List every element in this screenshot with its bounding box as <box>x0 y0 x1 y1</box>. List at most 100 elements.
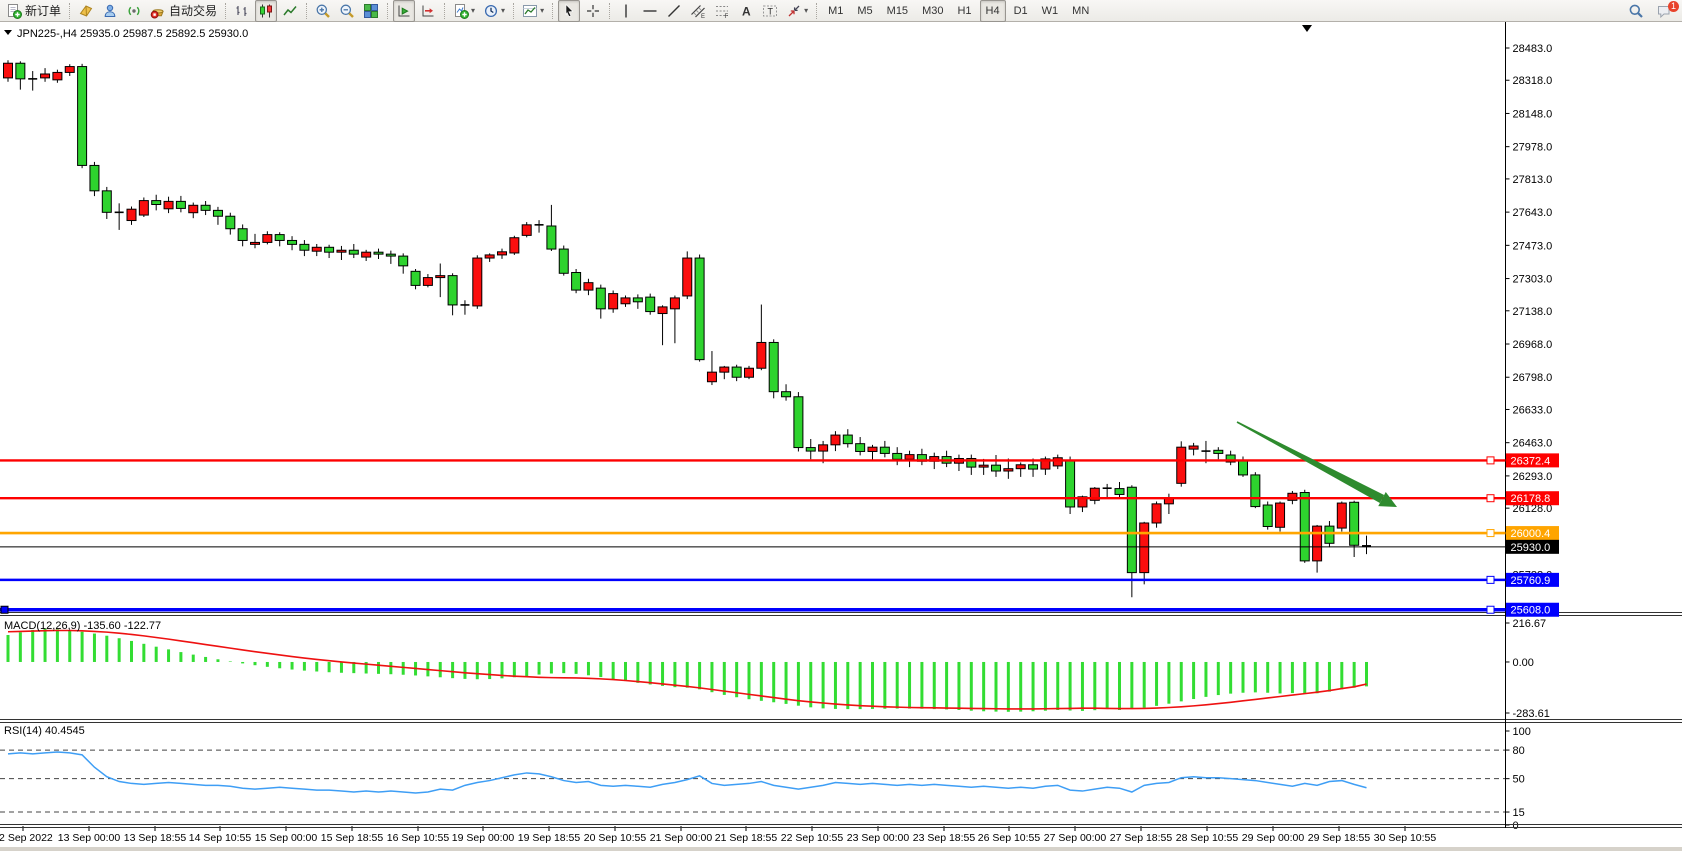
zoom-out-icon <box>339 3 355 19</box>
tf-m5-button[interactable]: M5 <box>851 0 878 22</box>
candle-body <box>670 298 679 309</box>
trendline-icon <box>666 3 682 19</box>
support-line-2-left-handle[interactable] <box>1 606 8 613</box>
vline-button[interactable] <box>615 0 637 22</box>
tf-mn-button[interactable]: MN <box>1066 0 1095 22</box>
support-line-2-handle[interactable] <box>1487 606 1494 613</box>
signals-button[interactable] <box>123 0 145 22</box>
label-button[interactable]: T <box>759 0 781 22</box>
support-line-1-handle[interactable] <box>1487 576 1494 583</box>
tf-d1-button[interactable]: D1 <box>1008 0 1034 22</box>
notifications-button[interactable]: 1 <box>1654 0 1676 22</box>
svg-text:T: T <box>768 6 774 16</box>
tf-d1-button-label: D1 <box>1011 5 1031 17</box>
text-button[interactable]: A <box>735 0 757 22</box>
resistance-line-1-axis-label: 26372.4 <box>1511 455 1551 467</box>
candle-chart-button[interactable] <box>255 0 277 22</box>
bars-icon <box>234 3 250 19</box>
rsi-tick-label: 50 <box>1513 774 1525 786</box>
resistance-line-2-handle[interactable] <box>1487 495 1494 502</box>
autotrade-button[interactable]: 自动交易 <box>147 0 220 22</box>
profile-button[interactable] <box>99 0 121 22</box>
periods-button[interactable]: ▾ <box>480 0 508 22</box>
candle-body <box>498 252 507 255</box>
candle-body <box>707 372 716 382</box>
candle-body <box>411 271 420 285</box>
rsi-tick-label: 15 <box>1513 807 1525 819</box>
chevron-down-icon: ▾ <box>501 6 505 15</box>
line-chart-button[interactable] <box>279 0 301 22</box>
toolbar-separator <box>444 3 445 19</box>
styler-button[interactable] <box>75 0 97 22</box>
time-tick-label: 21 Sep 00:00 <box>650 832 713 844</box>
tf-m1-button[interactable]: M1 <box>822 0 849 22</box>
zoom-in-button[interactable] <box>312 0 334 22</box>
resistance-line-1-handle[interactable] <box>1487 457 1494 464</box>
price-tick-label: 26968.0 <box>1513 339 1553 351</box>
hline-button[interactable] <box>639 0 661 22</box>
candle-body <box>4 63 13 78</box>
candle-body <box>226 216 235 229</box>
current-price-line-axis-label: 25930.0 <box>1511 542 1551 554</box>
toolbar-separator <box>387 3 388 19</box>
candle-body <box>53 72 62 79</box>
signal-icon <box>126 3 142 19</box>
cursor-button[interactable] <box>558 0 580 22</box>
price-tick-label: 28148.0 <box>1513 108 1553 120</box>
candle-body <box>176 201 185 208</box>
time-tick-label: 28 Sep 10:55 <box>1176 832 1239 844</box>
search-icon <box>1628 3 1644 19</box>
new-order-button[interactable]: 新订单 <box>3 0 64 22</box>
candle-body <box>1214 450 1223 453</box>
candle-body <box>139 201 148 215</box>
time-tick-label: 13 Sep 18:55 <box>124 832 187 844</box>
candle-body <box>1016 465 1025 469</box>
tile-windows-button[interactable] <box>360 0 382 22</box>
price-tick-label: 27138.0 <box>1513 306 1553 318</box>
tf-m15-button[interactable]: M15 <box>881 0 914 22</box>
arrows-button[interactable]: ▾ <box>783 0 811 22</box>
time-tick-label: 15 Sep 18:55 <box>321 832 384 844</box>
candle-body <box>349 250 358 254</box>
autotrade-icon <box>150 3 166 19</box>
template-icon <box>522 3 538 19</box>
candle-body <box>547 226 556 249</box>
time-tick-label: 30 Sep 10:55 <box>1374 832 1437 844</box>
tf-w1-button[interactable]: W1 <box>1036 0 1065 22</box>
search-button[interactable] <box>1625 0 1647 22</box>
candle-body <box>806 448 815 452</box>
pivot-line-handle[interactable] <box>1487 530 1494 537</box>
tf-h4-button[interactable]: H4 <box>980 0 1006 22</box>
candle-body <box>473 258 482 306</box>
indicators-button[interactable]: ▾ <box>450 0 478 22</box>
toolbar-separator <box>513 3 514 19</box>
tf-h1-button[interactable]: H1 <box>951 0 977 22</box>
candle-body <box>584 283 593 290</box>
candle-body <box>1313 526 1322 561</box>
tf-mn-button-label: MN <box>1069 5 1092 17</box>
autoscroll-icon <box>396 3 412 19</box>
chart-shift-button[interactable] <box>417 0 439 22</box>
indicators-icon <box>453 3 469 19</box>
channel-button[interactable]: E <box>687 0 709 22</box>
chart-canvas[interactable]: 28483.028318.028148.027978.027813.027643… <box>0 22 1682 851</box>
zoom-out-button[interactable] <box>336 0 358 22</box>
candle-body <box>559 249 568 273</box>
time-tick-label: 26 Sep 10:55 <box>978 832 1041 844</box>
candle-body <box>905 455 914 460</box>
templates-button[interactable]: ▾ <box>519 0 547 22</box>
candles-icon <box>258 3 274 19</box>
bar-chart-button[interactable] <box>231 0 253 22</box>
fibonacci-button[interactable]: F <box>711 0 733 22</box>
crosshair-icon <box>585 3 601 19</box>
candle-body <box>880 447 889 453</box>
toolbar: 新订单 自动交易 ▾ ▾ ▾ EFA T ▾ M1M5M15M30H1H4 D1 W1 MN 1 <box>0 0 1682 22</box>
candle-body <box>65 67 74 73</box>
candle-body <box>436 276 445 278</box>
crosshair-button[interactable] <box>582 0 604 22</box>
trendline-button[interactable] <box>663 0 685 22</box>
chart-area[interactable] <box>0 22 1682 851</box>
auto-scroll-button[interactable] <box>393 0 415 22</box>
tf-m30-button[interactable]: M30 <box>916 0 949 22</box>
candle-body <box>1263 505 1272 526</box>
